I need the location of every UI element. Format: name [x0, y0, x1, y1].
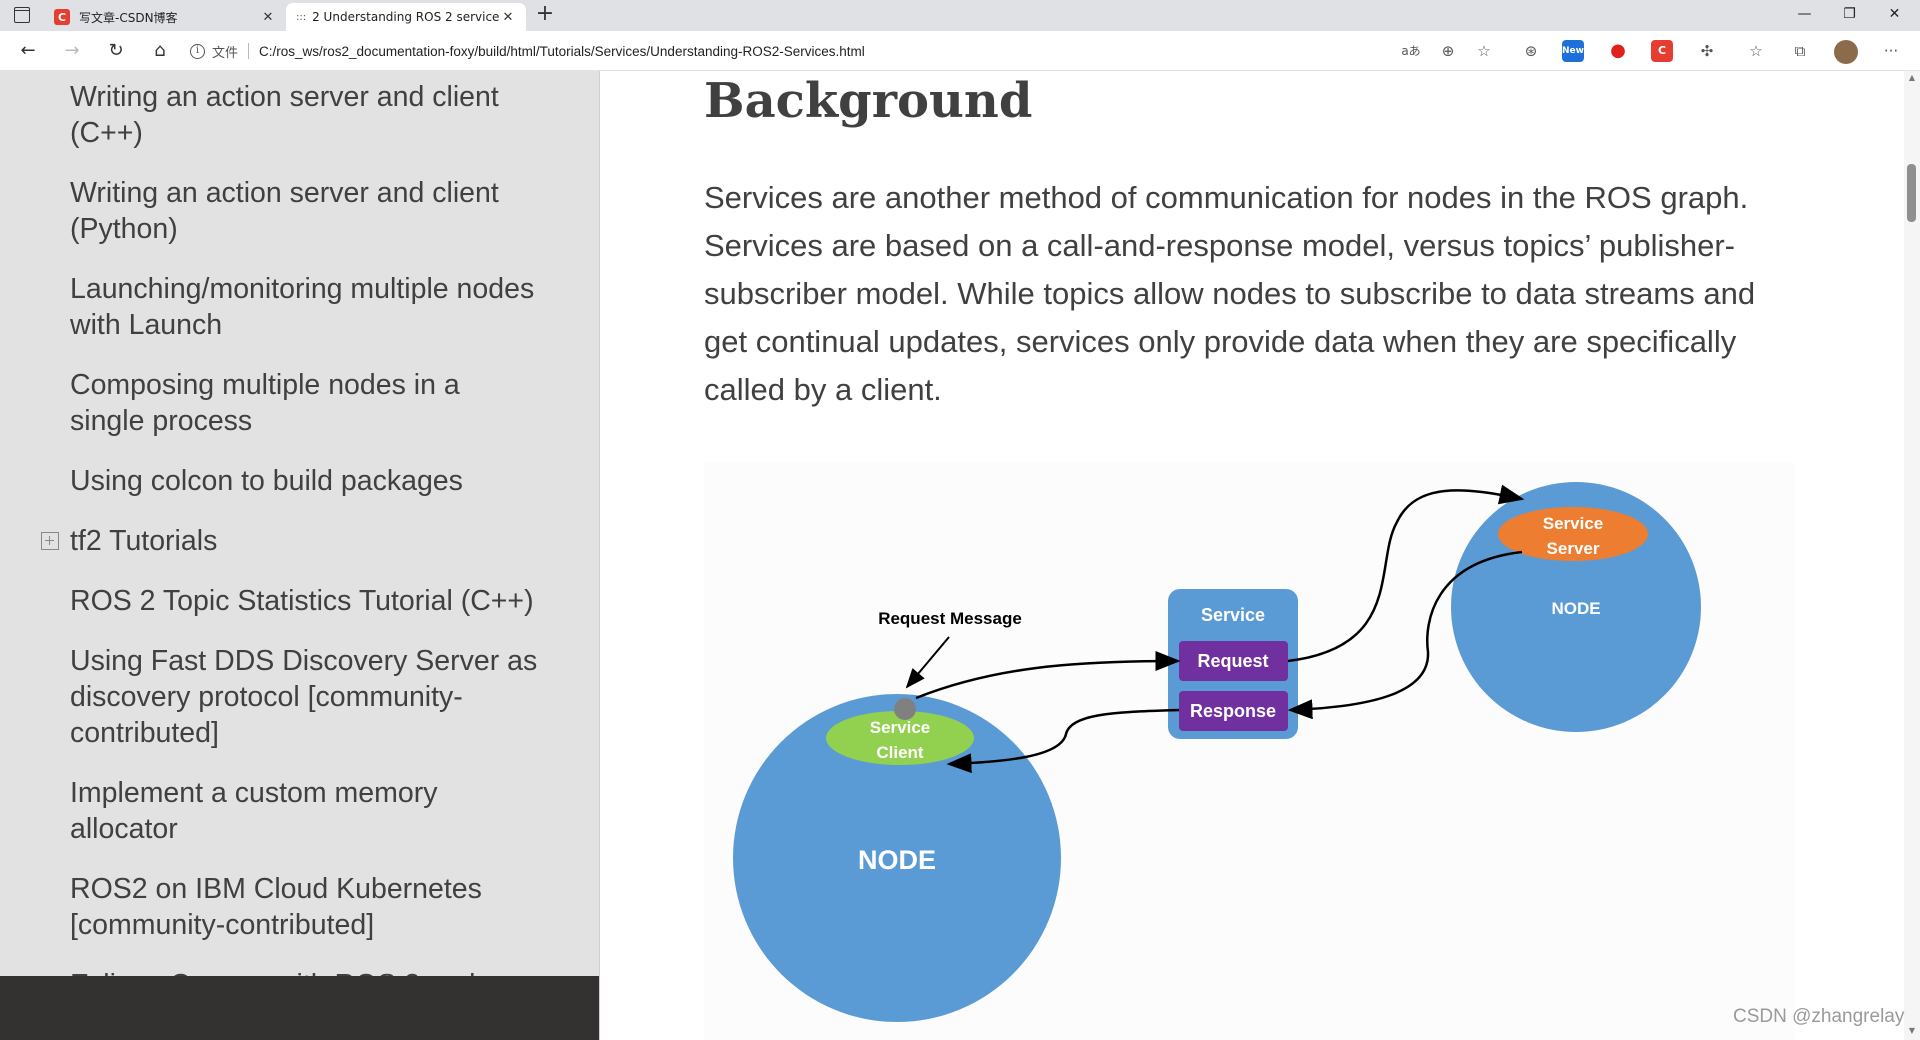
request-message-dot	[894, 698, 916, 720]
tab-title: 写文章-CSDN博客	[79, 10, 178, 25]
info-icon[interactable]: i	[190, 43, 205, 59]
refresh-icon[interactable]: ↻	[102, 37, 130, 65]
close-tab-icon[interactable]: ✕	[500, 10, 516, 25]
sidebar-item-colcon[interactable]: Using colcon to build packages	[70, 463, 540, 499]
favorites-icon[interactable]: ☆	[1745, 40, 1767, 62]
sidebar-item-fast-dds[interactable]: Using Fast DDS Discovery Server as disco…	[70, 643, 540, 751]
service-server-label-line1: Service	[1543, 514, 1604, 533]
request-message-pointer	[905, 636, 950, 689]
minimize-button[interactable]: —	[1782, 0, 1827, 31]
sidebar-item-label: tf2 Tutorials	[70, 525, 218, 557]
sidebar-item-composition[interactable]: Composing multiple nodes in a single pro…	[70, 367, 540, 439]
client-to-request-arrow	[915, 651, 1181, 700]
request-box-label: Request	[1197, 651, 1268, 671]
service-client-label-line1: Service	[870, 718, 931, 737]
more-menu-icon[interactable]: ···	[1880, 40, 1902, 62]
client-node-label: NODE	[858, 845, 936, 875]
csdn-extension-icon[interactable]: C	[1651, 40, 1673, 62]
sidebar-item-tf2[interactable]: tf2 Tutorials	[41, 523, 540, 559]
collections-icon[interactable]: ⧉	[1789, 40, 1811, 62]
server-node-label: NODE	[1551, 599, 1600, 618]
zoom-icon[interactable]: ⊕	[1437, 40, 1459, 62]
sidebar-footer	[0, 976, 599, 1040]
address-divider	[248, 43, 250, 59]
background-paragraph: Services are another method of communica…	[704, 180, 1756, 407]
csdn-watermark: CSDN @zhangrelay	[1733, 1006, 1905, 1027]
sidebar-nav-list: Writing an action server and client (C++…	[41, 79, 540, 1027]
extension-new-icon[interactable]: New	[1562, 40, 1584, 62]
response-box-label: Response	[1190, 701, 1276, 721]
sidebar-item-memory-allocator[interactable]: Implement a custom memory allocator	[70, 775, 540, 847]
back-arrow-icon[interactable]: ←	[14, 37, 42, 65]
scroll-thumb[interactable]	[1907, 164, 1916, 222]
add-favorite-icon[interactable]: ☆	[1473, 40, 1495, 62]
address-bar[interactable]: i 文件 C:/ros_ws/ros2_documentation-foxy/b…	[190, 35, 1500, 67]
sidebar-item-launch[interactable]: Launching/monitoring multiple nodes with…	[70, 271, 540, 343]
read-aloud-icon[interactable]: aあ	[1400, 40, 1422, 62]
service-diagram-svg: NODE Service Client Request Message Serv…	[733, 482, 1701, 1022]
tab-strip-icon[interactable]	[14, 7, 30, 23]
translate-icon[interactable]: ⊛	[1520, 40, 1542, 62]
profile-avatar[interactable]	[1834, 40, 1858, 64]
sidebar-item-ibm-cloud[interactable]: ROS2 on IBM Cloud Kubernetes [community-…	[70, 871, 540, 943]
new-tab-button[interactable]: +	[533, 3, 557, 27]
doc-favicon-icon: :::	[296, 11, 307, 23]
restore-button[interactable]: ❐	[1827, 0, 1872, 31]
docs-sidebar: Writing an action server and client (C++…	[0, 71, 600, 1040]
close-tab-icon[interactable]: ✕	[260, 10, 276, 25]
extension-red-icon[interactable]: ●	[1607, 40, 1629, 62]
service-box-label: Service	[1201, 605, 1265, 625]
scroll-down-icon[interactable]: ▼	[1907, 1026, 1917, 1035]
service-client-label-line2: Client	[876, 743, 924, 762]
extensions-puzzle-icon[interactable]: ✣	[1696, 40, 1718, 62]
tab-bar: C 写文章-CSDN博客 ✕ ::: 2 Understanding ROS 2…	[0, 0, 1920, 31]
request-message-label: Request Message	[878, 609, 1022, 628]
url-text[interactable]: C:/ros_ws/ros2_documentation-foxy/build/…	[259, 44, 865, 59]
browser-toolbar: ← → ↻ ⌂ i 文件 C:/ros_ws/ros2_documentatio…	[0, 31, 1920, 71]
sidebar-item-action-server-cpp[interactable]: Writing an action server and client (C++…	[70, 79, 540, 151]
scheme-label: 文件	[212, 45, 239, 61]
forward-arrow-icon[interactable]: →	[58, 37, 86, 65]
service-server-label-line2: Server	[1547, 539, 1600, 558]
service-diagram: NODE Service Client Request Message Serv…	[704, 462, 1794, 1040]
tab-ros2-services[interactable]: ::: 2 Understanding ROS 2 services — ✕	[286, 3, 526, 31]
tab-title: 2 Understanding ROS 2 services —	[312, 10, 500, 24]
sidebar-item-topic-statistics[interactable]: ROS 2 Topic Statistics Tutorial (C++)	[70, 583, 540, 619]
page-scrollbar[interactable]: ▲ ▼	[1904, 71, 1920, 1040]
tab-csdn[interactable]: C 写文章-CSDN博客 ✕	[44, 3, 286, 31]
home-icon[interactable]: ⌂	[146, 37, 174, 65]
scroll-up-icon[interactable]: ▲	[1907, 73, 1917, 82]
main-content: Background Services are another method o…	[601, 71, 1904, 1040]
close-window-button[interactable]: ✕	[1872, 0, 1917, 31]
csdn-favicon-icon: C	[54, 9, 70, 25]
page-title: Background	[704, 73, 1033, 129]
expand-plus-icon[interactable]	[41, 532, 59, 550]
sidebar-item-action-server-python[interactable]: Writing an action server and client (Pyt…	[70, 175, 540, 247]
